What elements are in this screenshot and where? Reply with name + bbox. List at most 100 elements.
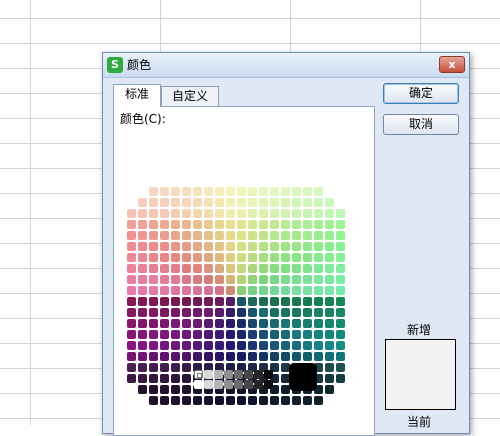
color-swatch[interactable]	[336, 264, 345, 273]
color-swatch[interactable]	[171, 297, 180, 306]
color-swatch[interactable]	[270, 187, 279, 196]
color-swatch[interactable]	[127, 275, 136, 284]
gray-swatch[interactable]	[204, 380, 213, 389]
gray-swatch[interactable]	[214, 370, 223, 379]
color-swatch[interactable]	[281, 242, 290, 251]
color-swatch[interactable]	[237, 297, 246, 306]
color-swatch[interactable]	[325, 242, 334, 251]
color-swatch[interactable]	[171, 198, 180, 207]
color-swatch[interactable]	[336, 341, 345, 350]
color-swatch[interactable]	[314, 264, 323, 273]
color-swatch[interactable]	[281, 275, 290, 284]
gray-swatch[interactable]	[234, 380, 243, 389]
color-swatch[interactable]	[193, 330, 202, 339]
color-swatch[interactable]	[204, 286, 213, 295]
color-swatch[interactable]	[226, 242, 235, 251]
gray-swatch[interactable]	[194, 380, 203, 389]
color-swatch[interactable]	[215, 231, 224, 240]
color-swatch[interactable]	[149, 231, 158, 240]
color-swatch[interactable]	[171, 352, 180, 361]
color-swatch[interactable]	[160, 187, 169, 196]
color-swatch[interactable]	[325, 209, 334, 218]
color-swatch[interactable]	[303, 286, 312, 295]
color-swatch[interactable]	[138, 330, 147, 339]
color-swatch[interactable]	[215, 198, 224, 207]
color-swatch[interactable]	[226, 396, 235, 405]
color-swatch[interactable]	[292, 396, 301, 405]
color-swatch[interactable]	[248, 187, 257, 196]
color-swatch[interactable]	[160, 209, 169, 218]
color-swatch[interactable]	[193, 187, 202, 196]
color-swatch[interactable]	[182, 363, 191, 372]
color-swatch[interactable]	[193, 209, 202, 218]
color-swatch[interactable]	[182, 396, 191, 405]
color-swatch[interactable]	[182, 330, 191, 339]
color-swatch[interactable]	[182, 198, 191, 207]
color-swatch[interactable]	[325, 363, 334, 372]
color-swatch[interactable]	[281, 352, 290, 361]
color-swatch[interactable]	[303, 330, 312, 339]
color-swatch[interactable]	[138, 253, 147, 262]
color-swatch[interactable]	[226, 198, 235, 207]
color-swatch[interactable]	[237, 308, 246, 317]
color-swatch[interactable]	[160, 231, 169, 240]
color-swatch[interactable]	[325, 275, 334, 284]
color-swatch[interactable]	[325, 385, 334, 394]
color-swatch[interactable]	[314, 209, 323, 218]
color-swatch[interactable]	[149, 319, 158, 328]
color-swatch[interactable]	[160, 198, 169, 207]
color-swatch[interactable]	[193, 319, 202, 328]
color-swatch[interactable]	[138, 319, 147, 328]
color-swatch[interactable]	[336, 231, 345, 240]
color-swatch[interactable]	[237, 286, 246, 295]
color-swatch[interactable]	[149, 286, 158, 295]
color-swatch[interactable]	[303, 253, 312, 262]
color-swatch[interactable]	[215, 209, 224, 218]
color-swatch[interactable]	[281, 231, 290, 240]
color-swatch[interactable]	[182, 253, 191, 262]
gray-swatch[interactable]	[264, 370, 273, 379]
color-swatch[interactable]	[182, 308, 191, 317]
color-swatch[interactable]	[160, 385, 169, 394]
color-swatch[interactable]	[281, 264, 290, 273]
color-swatch[interactable]	[160, 308, 169, 317]
color-swatch[interactable]	[171, 396, 180, 405]
color-swatch[interactable]	[204, 220, 213, 229]
color-swatch[interactable]	[314, 319, 323, 328]
color-swatch[interactable]	[226, 341, 235, 350]
color-swatch[interactable]	[314, 341, 323, 350]
color-swatch[interactable]	[215, 308, 224, 317]
color-swatch[interactable]	[193, 297, 202, 306]
color-swatch[interactable]	[193, 231, 202, 240]
gray-swatch[interactable]	[214, 380, 223, 389]
color-swatch[interactable]	[292, 242, 301, 251]
color-swatch[interactable]	[325, 231, 334, 240]
color-swatch[interactable]	[248, 308, 257, 317]
color-swatch[interactable]	[226, 308, 235, 317]
color-swatch[interactable]	[182, 374, 191, 383]
color-swatch[interactable]	[336, 374, 345, 383]
color-swatch[interactable]	[127, 297, 136, 306]
color-swatch[interactable]	[204, 330, 213, 339]
color-swatch[interactable]	[336, 319, 345, 328]
color-swatch[interactable]	[182, 352, 191, 361]
color-swatch[interactable]	[193, 352, 202, 361]
gray-swatch[interactable]	[244, 380, 253, 389]
selected-black-swatch[interactable]	[289, 363, 317, 391]
color-swatch[interactable]	[303, 187, 312, 196]
color-swatch[interactable]	[226, 187, 235, 196]
color-swatch[interactable]	[149, 198, 158, 207]
color-swatch[interactable]	[149, 396, 158, 405]
color-swatch[interactable]	[314, 220, 323, 229]
color-swatch[interactable]	[259, 286, 268, 295]
color-swatch[interactable]	[149, 220, 158, 229]
color-swatch[interactable]	[149, 297, 158, 306]
color-swatch[interactable]	[281, 330, 290, 339]
color-swatch[interactable]	[303, 297, 312, 306]
color-swatch[interactable]	[292, 352, 301, 361]
color-swatch[interactable]	[325, 374, 334, 383]
color-swatch[interactable]	[259, 187, 268, 196]
color-swatch[interactable]	[237, 319, 246, 328]
color-swatch[interactable]	[160, 330, 169, 339]
color-swatch[interactable]	[138, 308, 147, 317]
